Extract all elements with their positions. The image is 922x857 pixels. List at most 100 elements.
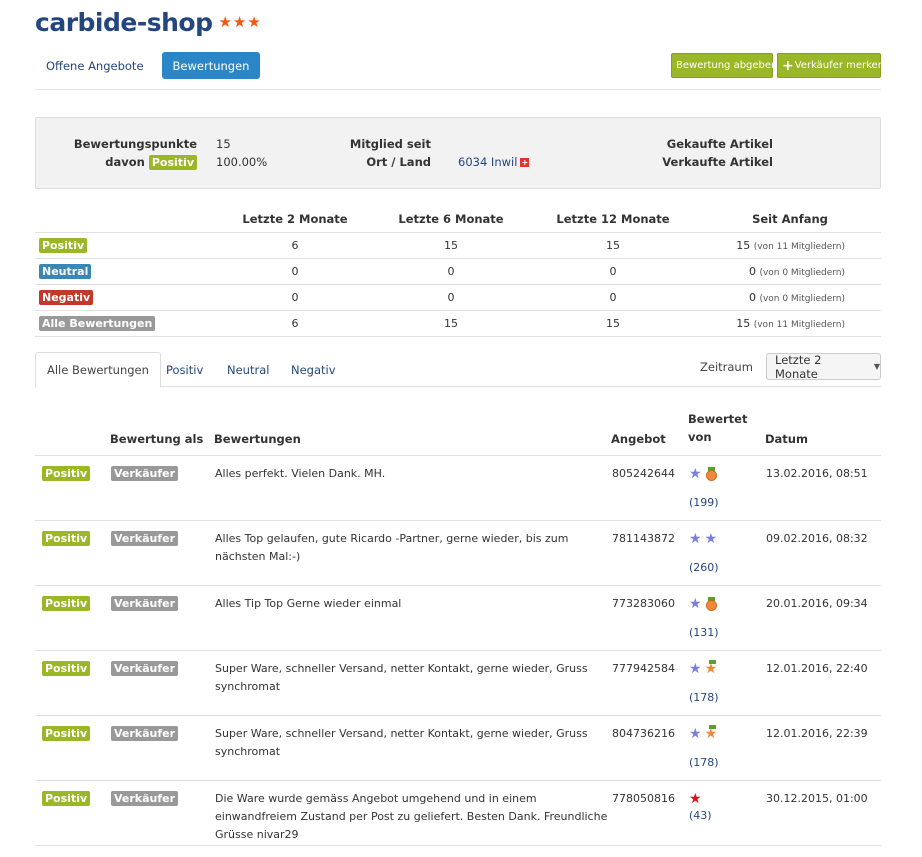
review-text: Super Ware, schneller Versand, netter Ko… [214, 650, 611, 716]
period-select[interactable]: Letzte 2 Monate ▼ [766, 352, 881, 381]
review-row: Positiv Verkäufer Alles Top gelaufen, gu… [35, 520, 881, 586]
review-date: 20.01.2016, 09:34 [765, 585, 881, 651]
location-label: Ort / Land [366, 155, 431, 169]
review-text: Die Ware wurde gemäss Angebot umgehend u… [214, 780, 611, 846]
header-rated-by-line2: von [688, 429, 712, 444]
stats-cell: 15 [527, 310, 699, 337]
stats-cell: 15 [375, 232, 527, 259]
review-date: 12.01.2016, 22:39 [765, 715, 881, 781]
header-offer: Angebot [611, 403, 688, 456]
positive-percentage: 100.00% [216, 155, 268, 169]
positive-badge: Positiv [42, 595, 91, 611]
rating-count[interactable]: (131) [689, 624, 764, 642]
stats-header: Letzte 12 Monate [527, 206, 699, 233]
shop-title: carbide-shop [35, 7, 213, 37]
seller-badge: Verkäufer [111, 530, 179, 546]
rated-by: ★ ★ (178) [688, 715, 765, 781]
review-text: Super Ware, schneller Versand, netter Ko… [214, 715, 611, 781]
purple-star-icon: ★ [689, 660, 702, 677]
orange-medal-icon [705, 466, 717, 481]
filter-tabs: Alle Bewertungen Positiv Neutral Negativ [35, 352, 881, 388]
purple-star-icon: ★ [689, 595, 702, 612]
points-label: Bewertungspunkte [73, 137, 197, 151]
rating-count[interactable]: (178) [689, 754, 764, 772]
stats-note: (von 11 Mitgliedern) [753, 319, 845, 330]
profile-tabs: Offene Angebote Bewertungen [35, 52, 261, 79]
review-row: Positiv Verkäufer Alles Tip Top Gerne wi… [35, 585, 881, 651]
seller-badge: Verkäufer [111, 725, 179, 741]
stats-header: Letzte 2 Monate [215, 206, 375, 233]
stats-row-positive: Positiv 6 15 15 15 (von 11 Mitgliedern) [35, 232, 881, 259]
rating-count[interactable]: (178) [689, 689, 764, 707]
header-date: Datum [765, 403, 881, 456]
offer-id[interactable]: 773283060 [611, 585, 688, 651]
review-text: Alles perfekt. Vielen Dank. MH. [214, 455, 611, 521]
member-since-label: Mitglied seit [349, 137, 431, 151]
stats-cell: 0 [215, 284, 375, 311]
remember-seller-label: Verkäufer merken [794, 60, 885, 71]
stats-row-negative: Negativ 0 0 0 0 (von 0 Mitgliedern) [35, 284, 881, 311]
tab-all-ratings[interactable]: Alle Bewertungen [35, 352, 161, 388]
swiss-flag-icon: + [520, 158, 530, 167]
neutral-badge: Neutral [39, 263, 92, 279]
stats-cell: 0 [375, 258, 527, 285]
rated-by: ★ (131) [688, 585, 765, 651]
review-row: Positiv Verkäufer Super Ware, schneller … [35, 650, 881, 716]
review-date: 13.02.2016, 08:51 [765, 455, 881, 521]
review-text: Alles Tip Top Gerne wieder einmal [214, 585, 611, 651]
tab-negative[interactable]: Negativ [280, 352, 347, 387]
offer-id[interactable]: 805242644 [611, 455, 688, 521]
red-star-icon: ★ [689, 790, 702, 807]
positive-badge: Positiv [148, 155, 197, 170]
stats-cell-total: 15 (von 11 Mitgliedern) [699, 310, 881, 337]
tab-neutral[interactable]: Neutral [216, 352, 280, 387]
location-link[interactable]: 6034 Inwil [458, 155, 517, 169]
review-row: Positiv Verkäufer Alles perfekt. Vielen … [35, 455, 881, 521]
stats-header: Letzte 6 Monate [375, 206, 527, 233]
points-value: 15 [216, 137, 231, 151]
rate-button-label: Bewertung abgeben [676, 60, 778, 71]
stats-cell-total: 0 (von 0 Mitgliedern) [699, 284, 881, 311]
seller-badge: Verkäufer [111, 660, 179, 676]
of-which-row: davon Positiv [105, 155, 197, 170]
sold-items-label: Verkaufte Artikel [662, 155, 773, 169]
rating-count[interactable]: (199) [689, 494, 764, 512]
header-rated-by: Bewertet von [688, 403, 765, 456]
offer-id[interactable]: 781143872 [611, 520, 688, 586]
shop-header: carbide-shop ★ ★ ★ [35, 6, 261, 38]
reviews-table: Bewertung als Bewertungen Angebot Bewert… [35, 403, 881, 846]
tab-positive[interactable]: Positiv [155, 352, 214, 387]
positive-badge: Positiv [42, 790, 91, 806]
stats-note: (von 11 Mitgliedern) [753, 241, 845, 252]
stats-header-empty [35, 206, 215, 233]
rated-by: ★ ★ (260) [688, 520, 765, 586]
stats-cell-total: 0 (von 0 Mitgliedern) [699, 258, 881, 285]
stats-total: 15 [736, 238, 751, 252]
summary-box: Bewertungspunkte 15 davon Positiv 100.00… [35, 117, 881, 189]
rating-count[interactable]: (43) [689, 807, 764, 825]
stats-header: Seit Anfang [699, 206, 881, 233]
offer-id[interactable]: 778050816 [611, 780, 688, 846]
tab-offers[interactable]: Offene Angebote [35, 52, 155, 79]
star-icon: ★ [247, 12, 261, 31]
offer-id[interactable]: 777942584 [611, 650, 688, 716]
orange-star-medal-icon: ★ [704, 724, 718, 742]
rate-button[interactable]: Bewertung abgeben [671, 53, 777, 78]
period-selected: Letzte 2 Monate [775, 352, 822, 381]
offer-id[interactable]: 804736216 [611, 715, 688, 781]
positive-badge: Positiv [42, 465, 91, 481]
stats-total: 0 [748, 290, 756, 304]
star-icon: ★ [218, 12, 232, 31]
rating-count[interactable]: (260) [689, 559, 764, 577]
tab-reviews[interactable]: Bewertungen [161, 52, 261, 79]
stats-cell: 0 [215, 258, 375, 285]
location-value: 6034 Inwil + [458, 155, 530, 169]
stats-total: 0 [748, 264, 756, 278]
positive-badge: Positiv [42, 725, 91, 741]
remember-seller-button[interactable]: + Verkäufer merken [777, 53, 885, 78]
seller-badge: Verkäufer [111, 790, 179, 806]
purple-star-icon: ★ [704, 530, 718, 547]
stats-cell-total: 15 (von 11 Mitgliedern) [699, 232, 881, 259]
header-rated-by-line1: Bewertet [688, 411, 748, 426]
stats-cell: 0 [527, 284, 699, 311]
